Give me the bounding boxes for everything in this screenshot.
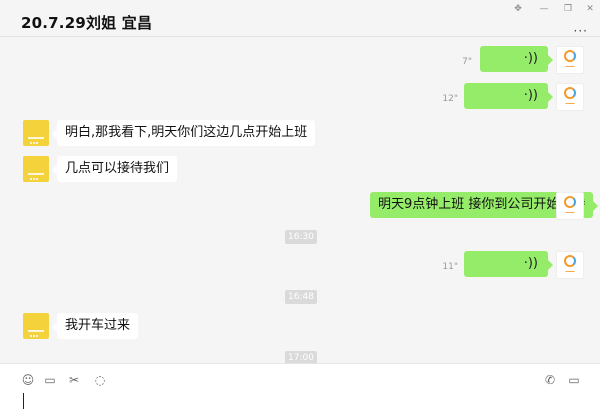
message-bubble[interactable]: 我开车过来 xyxy=(51,313,139,339)
logo-icon xyxy=(564,255,576,267)
emoji-icon[interactable]: ☺ xyxy=(20,372,36,388)
avatar[interactable]: ━━━ xyxy=(556,46,584,74)
message-bubble[interactable]: 几点可以接待我们 xyxy=(51,156,178,182)
chat-header: 20.7.29刘姐 宜昌 ✥ — ❐ ✕ ··· xyxy=(0,0,600,37)
voice-duration: 11" xyxy=(442,262,458,272)
message-input[interactable] xyxy=(23,393,24,409)
timestamp: 17:00 xyxy=(285,351,317,363)
chat-title: 20.7.29刘姐 宜昌 xyxy=(21,14,153,32)
voice-duration: 12" xyxy=(442,94,458,104)
voice-wave-icon: ·)) xyxy=(523,51,538,66)
avatar[interactable]: ━━━ xyxy=(556,83,584,111)
phone-icon[interactable]: ✆ xyxy=(542,372,558,388)
input-toolbar: ☺ ▭ ✂ ◌ ✆ ▭ xyxy=(0,363,600,411)
voice-wave-icon: ·)) xyxy=(523,88,538,103)
voice-duration: 7" xyxy=(462,57,472,67)
voice-wave-icon: ·)) xyxy=(523,256,538,271)
scissors-icon[interactable]: ✂ xyxy=(66,372,82,388)
video-icon[interactable]: ▭ xyxy=(566,372,582,388)
voice-message[interactable]: ·)) xyxy=(464,83,553,109)
message-list: 7" ·)) ━━━ 12" ·)) ━━━ 明白,那我看下,明天你们这边几点开… xyxy=(0,37,600,363)
timestamp: 16:48 xyxy=(285,290,317,304)
avatar[interactable] xyxy=(23,156,49,182)
avatar[interactable]: ━━━ xyxy=(556,192,584,220)
folder-icon[interactable]: ▭ xyxy=(42,372,58,388)
logo-icon xyxy=(564,196,576,208)
avatar[interactable] xyxy=(23,313,49,339)
timestamp: 16:30 xyxy=(285,230,317,244)
voice-message[interactable]: ·)) xyxy=(480,46,553,72)
minimize-icon[interactable]: — xyxy=(536,3,552,15)
maximize-icon[interactable]: ❐ xyxy=(560,3,576,15)
avatar[interactable]: ━━━ xyxy=(556,251,584,279)
close-icon[interactable]: ✕ xyxy=(582,3,598,15)
pin-icon[interactable]: ✥ xyxy=(510,3,526,15)
chat-bubble-icon[interactable]: ◌ xyxy=(92,372,108,388)
avatar[interactable] xyxy=(23,120,49,146)
more-icon[interactable]: ··· xyxy=(574,25,588,37)
logo-icon xyxy=(564,50,576,62)
voice-message[interactable]: ·)) xyxy=(464,251,553,277)
message-bubble[interactable]: 明白,那我看下,明天你们这边几点开始上班 xyxy=(51,120,316,146)
logo-icon xyxy=(564,87,576,99)
